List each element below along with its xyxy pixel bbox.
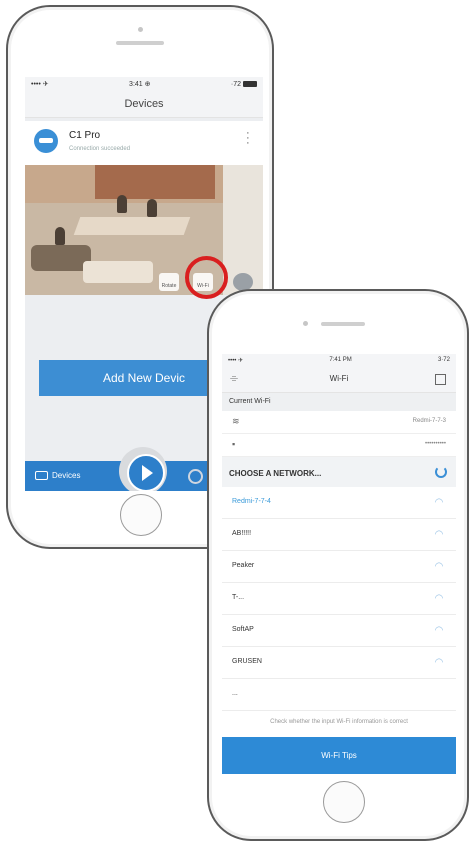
device-status: Connection succeeded	[69, 146, 131, 152]
status-bar: •••• ✈ 7:41 PM 3·72	[222, 354, 456, 366]
rotate-control[interactable]: Rotate	[159, 273, 179, 291]
home-button[interactable]	[323, 781, 365, 823]
camera-device-icon	[34, 129, 58, 153]
current-network-name: Redmi-7-7-3	[412, 418, 446, 424]
more-options-icon[interactable]: · · ·	[246, 128, 250, 149]
choose-network-header: CHOOSE A NETWORK...	[222, 457, 456, 487]
wifi-icon: ◠	[434, 657, 444, 668]
page-title: Devices	[25, 91, 263, 118]
gear-icon[interactable]	[188, 469, 203, 484]
phone-wifi: •••• ✈ 7:41 PM 3·72 ⌯ Wi-Fi Current Wi-F…	[207, 289, 469, 841]
wifi-icon: ◠	[434, 561, 444, 572]
password-field[interactable]: ••••••••••	[425, 441, 446, 447]
current-wifi-header: Current Wi-Fi	[222, 393, 456, 411]
wifi-icon: ≋	[232, 416, 240, 426]
wifi-hint-text: Check whether the input Wi-Fi informatio…	[222, 718, 456, 736]
wifi-tips-button[interactable]: Wi-Fi Tips	[222, 737, 456, 774]
play-icon[interactable]	[127, 454, 165, 491]
wifi-screen: •••• ✈ 7:41 PM 3·72 ⌯ Wi-Fi Current Wi-F…	[222, 354, 456, 774]
page-title: Wi-Fi	[329, 374, 349, 383]
status-time: 7:41 PM	[329, 357, 352, 363]
status-battery: ·72	[231, 81, 257, 88]
network-item[interactable]: GRUSEN ◠	[222, 647, 456, 679]
network-item[interactable]: T-... ◠	[222, 583, 456, 615]
back-icon[interactable]: ⌯	[230, 366, 238, 392]
wifi-icon: ◠	[434, 593, 444, 604]
refresh-icon[interactable]	[435, 466, 447, 478]
current-network-row[interactable]: ≋ Redmi-7-7-3	[222, 411, 456, 434]
battery-icon	[242, 80, 257, 87]
network-item[interactable]: SoftAP ◠	[222, 615, 456, 647]
highlight-circle	[185, 256, 228, 299]
speaker-grille	[116, 41, 164, 45]
tab-devices[interactable]: Devices	[35, 461, 80, 491]
camera-dot	[303, 321, 308, 326]
network-item[interactable]: Redmi-7-7-4 ◠	[222, 487, 456, 519]
status-bar: •••• ✈ 3:41 ⊕ ·72	[25, 77, 263, 91]
network-item[interactable]: AB!!!!! ◠	[222, 519, 456, 551]
status-time: 3:41 ⊕	[129, 81, 151, 88]
network-item[interactable]: ...	[222, 679, 456, 711]
nav-bar: ⌯ Wi-Fi	[222, 366, 456, 393]
speaker-grille	[321, 322, 365, 326]
wifi-icon: ◠	[434, 497, 444, 508]
wifi-icon: ◠	[434, 625, 444, 636]
device-name: C1 Pro	[69, 130, 101, 141]
network-item[interactable]: Peaker ◠	[222, 551, 456, 583]
status-battery: 3·72	[437, 357, 450, 363]
camera-dot	[138, 27, 143, 32]
home-button[interactable]	[120, 494, 162, 536]
device-card[interactable]: C1 Pro Connection succeeded · · ·	[25, 121, 263, 165]
devices-icon	[35, 471, 48, 481]
share-icon[interactable]	[435, 374, 446, 385]
password-row[interactable]: ▪ ••••••••••	[222, 434, 456, 457]
lock-icon: ▪	[232, 439, 236, 449]
wifi-icon: ◠	[434, 529, 444, 540]
status-carrier: •••• ✈	[228, 357, 244, 364]
status-carrier: •••• ✈	[31, 81, 49, 88]
